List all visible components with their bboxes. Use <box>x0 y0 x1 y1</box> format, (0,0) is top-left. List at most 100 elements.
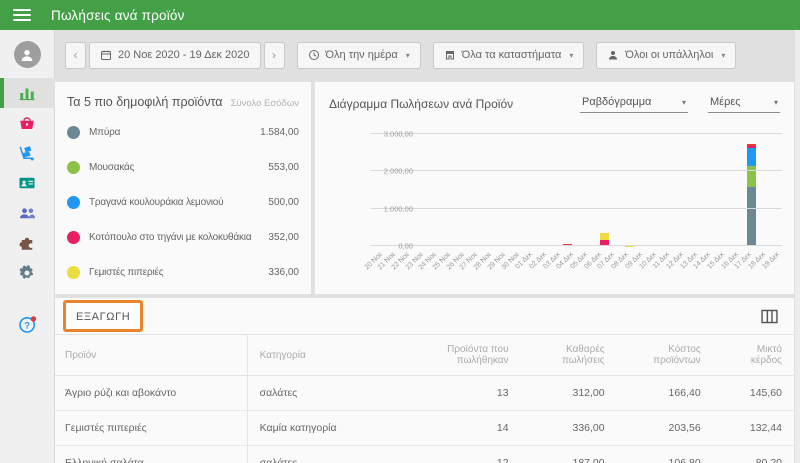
menu-icon[interactable] <box>13 9 31 21</box>
chart-bar-column[interactable] <box>660 134 672 246</box>
chart-bar-column[interactable] <box>733 134 745 246</box>
y-axis-tick: 3.000,00 <box>383 129 413 139</box>
product-color-dot <box>67 196 80 209</box>
chart-gridline <box>371 170 782 172</box>
product-name: Κοτόπουλο στο τηγάνι με κολοκυθάκια <box>89 232 252 243</box>
chart-bar-column[interactable] <box>647 134 659 246</box>
chart-bar-column[interactable] <box>550 134 562 246</box>
sidebar-item-settings-gear[interactable] <box>0 258 55 288</box>
top-product-row: Γεμιστές πιπεριές 336,00 <box>55 255 311 290</box>
stores-filter-button[interactable]: Όλα τα καταστήματα ▾ <box>432 41 585 69</box>
table-cell: 132,44 <box>712 410 794 446</box>
chart-bar-column[interactable] <box>770 134 782 246</box>
table-column-header: Προϊόν <box>55 334 248 376</box>
chart-bar-column[interactable] <box>537 134 549 246</box>
time-filter-label: Όλη την ημέρα <box>325 49 398 61</box>
table-cell: σαλάτες <box>247 375 395 411</box>
table-row[interactable]: Άγριο ρύζι και αβοκάντο σαλάτες 13 312,00 16… <box>55 375 794 411</box>
chart-bar-column[interactable] <box>709 134 721 246</box>
top-product-row: Μουσακάς 553,00 <box>55 150 311 185</box>
chart-bar-column[interactable] <box>464 134 476 246</box>
chart-bar-column[interactable] <box>562 134 574 246</box>
chart-type-select[interactable]: Ραβδόγραμμα ▾ <box>580 94 688 113</box>
reports-icon <box>19 88 35 101</box>
product-name: Μουσακάς <box>89 162 135 173</box>
avatar[interactable] <box>13 41 41 68</box>
y-axis-tick: 2.000,00 <box>383 166 413 176</box>
chart-bar-column[interactable] <box>501 134 513 246</box>
top-product-row: Κοτόπουλο στο τηγάνι με κολοκυθάκια 352,0… <box>55 220 311 255</box>
sidebar-item-help[interactable]: ? <box>0 309 55 339</box>
table-column-header: Κόστος προϊόντων <box>616 334 713 376</box>
chart-bar-column[interactable] <box>415 134 427 246</box>
chart-bar-column[interactable] <box>476 134 488 246</box>
chart-bar-column[interactable] <box>635 134 647 246</box>
sidebar-item-reports[interactable] <box>0 78 55 108</box>
chart-bar-column[interactable] <box>672 134 684 246</box>
chart-bar-column[interactable] <box>574 134 586 246</box>
chart-bar-column[interactable] <box>513 134 525 246</box>
table-cell: 187,00 <box>520 445 617 463</box>
chart-bar-column[interactable] <box>599 134 611 246</box>
sidebar-item-customers-card[interactable] <box>0 168 55 198</box>
chart-bar-column[interactable] <box>439 134 451 246</box>
table-row[interactable]: Ελληνική σαλάτα σαλάτες 12 187,00 106,80 80,2… <box>55 445 794 463</box>
chart-bar-column[interactable] <box>586 134 598 246</box>
store-icon <box>445 51 454 60</box>
sidebar: ? <box>0 30 55 463</box>
product-name: Τραγανά κουλουράκια λεμονιού <box>89 197 224 208</box>
product-color-dot <box>67 161 80 174</box>
sidebar-item-apps-puzzle[interactable] <box>0 228 55 258</box>
scrollbar[interactable] <box>795 30 800 463</box>
prev-period-button[interactable]: ‹ <box>65 41 86 69</box>
product-revenue: 553,00 <box>268 162 299 173</box>
sidebar-item-items-basket[interactable] <box>0 108 55 138</box>
time-filter-button[interactable]: Όλη την ημέρα ▾ <box>296 41 421 69</box>
chart-bar-column[interactable] <box>427 134 439 246</box>
chart-bar-column[interactable] <box>525 134 537 246</box>
table-column-header: Καθαρές πωλήσεις <box>520 334 617 376</box>
next-period-button[interactable]: › <box>263 41 285 69</box>
table-cell: 145,60 <box>712 375 794 411</box>
export-button[interactable]: ΕΞΑΓΩΓΗ <box>76 311 130 323</box>
topbar: Πωλήσεις ανά προϊόν <box>0 0 800 30</box>
table-row[interactable]: Γεμιστές πιπεριές Καμία κατηγορία 14 336,00… <box>55 410 794 446</box>
clock-icon <box>308 50 319 60</box>
table-cell: 106,80 <box>616 445 713 463</box>
person-icon <box>609 51 618 60</box>
product-color-dot <box>67 231 80 244</box>
sidebar-item-employees[interactable] <box>0 198 55 228</box>
user-icon <box>21 49 33 61</box>
employees-filter-button[interactable]: Όλοι οι υπάλληλοι ▾ <box>596 41 737 69</box>
items-basket-icon <box>20 117 34 129</box>
chart-bar-column[interactable] <box>758 134 770 246</box>
column-options-icon[interactable] <box>761 309 778 324</box>
date-range-button[interactable]: 20 Νοε 2020 - 19 Δεκ 2020 <box>89 41 261 69</box>
page-title: Πωλήσεις ανά προϊόν <box>51 7 185 23</box>
chart-title: Διάγραμμα Πωλήσεων ανά Προϊόν <box>329 96 514 111</box>
chart-bar-column[interactable] <box>696 134 708 246</box>
top-product-row: Τραγανά κουλουράκια λεμονιού 500,00 <box>55 185 311 220</box>
chevron-down-icon: ▾ <box>681 97 686 107</box>
chart-bar-column[interactable] <box>488 134 500 246</box>
chart-bar-column[interactable] <box>721 134 733 246</box>
sales-table-card: ΕΞΑΓΩΓΗ Προϊόν Κατηγορία Προϊόντα που πωλή… <box>55 298 794 463</box>
chart-bar-column[interactable] <box>611 134 623 246</box>
chart-gridline <box>371 245 782 246</box>
chart-bar-column[interactable] <box>623 134 635 246</box>
chevron-down-icon: ▾ <box>569 50 574 60</box>
top-product-row: Μπύρα 1.584,00 <box>55 115 311 150</box>
table-cell: Ελληνική σαλάτα <box>55 445 248 463</box>
chart-bar-column[interactable] <box>684 134 696 246</box>
bar-segment <box>746 186 756 246</box>
table-cell: 312,00 <box>520 375 617 411</box>
filter-toolbar: ‹ 20 Νοε 2020 - 19 Δεκ 2020 › Όλη την ημ… <box>55 30 800 80</box>
sidebar-item-inventory[interactable] <box>0 138 55 168</box>
chevron-down-icon: ▾ <box>405 50 410 60</box>
chart-bar-column[interactable] <box>745 134 757 246</box>
y-axis-tick: 1.000,00 <box>383 204 413 214</box>
bar-chart: 0,00 1.000,00 2.000,00 3.000,00 20 Νοε 21 Νο… <box>325 126 786 292</box>
chart-period-select[interactable]: Μέρες ▾ <box>708 94 780 113</box>
product-revenue: 500,00 <box>268 197 299 208</box>
chart-bar-column[interactable] <box>452 134 464 246</box>
